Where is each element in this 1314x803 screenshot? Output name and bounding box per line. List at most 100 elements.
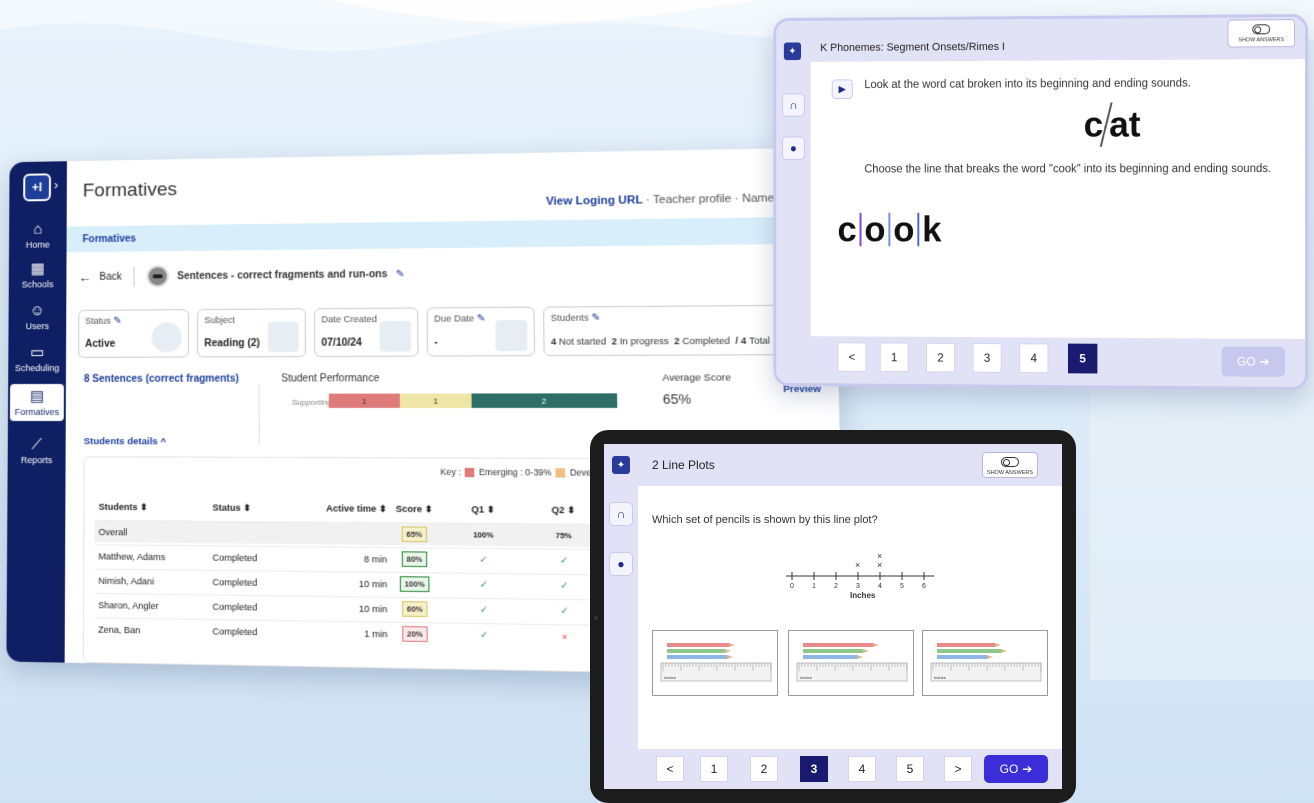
pencil <box>937 649 1001 653</box>
globe-icon[interactable]: ● <box>782 136 805 160</box>
edit-students-icon[interactable]: ✎ <box>591 312 600 323</box>
globe-icon[interactable]: ● <box>609 552 633 576</box>
divider-option-2[interactable] <box>888 213 890 246</box>
answer-choice-3[interactable]: Inches <box>922 630 1048 696</box>
developing-swatch <box>556 468 566 477</box>
status-card: Status ✎ Active <box>78 309 189 358</box>
students-details-toggle[interactable]: Students details ^ <box>84 436 166 447</box>
due-date-label: Due Date <box>434 313 474 324</box>
edit-pencil-icon[interactable]: ✎ <box>396 268 405 279</box>
back-arrow-icon[interactable]: ← <box>78 269 91 284</box>
pagination-bar: < 1 2 3 4 5 GO ➔ <box>776 336 1305 387</box>
q1-result: 100% <box>462 530 505 540</box>
letter-c: c <box>837 209 856 250</box>
sidebar-item-users[interactable]: ☺ Users <box>9 302 67 331</box>
sparkle-icon[interactable]: ✦ <box>612 456 630 474</box>
line-plot-axis-label: Inches <box>850 591 876 600</box>
students-label: Students <box>551 312 589 323</box>
page-1[interactable]: 1 <box>880 342 909 372</box>
score-value: 65% <box>402 526 426 542</box>
breadcrumb[interactable]: Formatives <box>67 216 836 252</box>
show-answers-toggle[interactable]: SHOW ANSWERS <box>982 452 1038 478</box>
sort-active-time[interactable]: Active time ⬍ <box>322 503 387 515</box>
sidebar-item-label: Home <box>26 240 50 250</box>
emerging-swatch <box>465 467 475 476</box>
sidebar-item-label: Reports <box>21 455 53 465</box>
divider-option-3[interactable] <box>917 213 919 246</box>
active-time: 8 min <box>322 553 387 564</box>
headphones-icon[interactable]: ∩ <box>782 93 805 117</box>
prev-page-button[interactable]: < <box>656 756 684 782</box>
sidebar-item-schools[interactable]: ▦ Schools <box>9 260 67 289</box>
page-2[interactable]: 2 <box>926 343 955 373</box>
sort-students[interactable]: Students ⬍ <box>99 501 148 512</box>
sidebar-item-home[interactable]: ⌂ Home <box>9 221 67 250</box>
expand-sidebar-icon[interactable]: › <box>54 177 58 192</box>
active-time: 1 min <box>322 627 387 638</box>
go-button[interactable]: GO ➔ <box>984 755 1048 783</box>
student-status: Completed <box>212 577 257 588</box>
rime-at: at <box>1109 104 1140 146</box>
pencil <box>803 655 857 659</box>
sort-q2[interactable]: Q2 ⬍ <box>542 504 585 516</box>
average-score-value: 65% <box>663 391 692 407</box>
sidebar-item-reports[interactable]: ⟋ Reports <box>8 436 66 465</box>
edit-due-date-icon[interactable]: ✎ <box>477 313 486 324</box>
go-button[interactable]: GO ➔ <box>1222 346 1286 376</box>
q2-result: ✓ <box>543 605 586 617</box>
page-title: Formatives <box>83 179 177 202</box>
page-1[interactable]: 1 <box>700 756 728 782</box>
score-badge: 65% <box>393 526 435 542</box>
play-audio-button[interactable]: ▶ <box>832 79 853 99</box>
assessment-header: ← Back Sentences - correct fragments and… <box>78 263 404 288</box>
subject-value: Reading (2) <box>204 338 260 349</box>
show-answers-toggle[interactable]: SHOW ANSWERS <box>1227 19 1295 47</box>
question-title: 2 Line Plots <box>652 458 715 472</box>
due-date-value: - <box>434 337 438 348</box>
sort-score[interactable]: Score ⬍ <box>393 503 435 515</box>
sort-status[interactable]: Status ⬍ <box>212 502 251 513</box>
sort-q1[interactable]: Q1 ⬍ <box>462 504 505 516</box>
teacher-profile-link[interactable]: Teacher profile <box>653 193 732 207</box>
page-5[interactable]: 5 <box>1068 344 1097 374</box>
question-text: Which set of pencils is shown by this li… <box>652 514 878 526</box>
next-page-button[interactable]: > <box>944 756 972 782</box>
letter-o: o <box>864 209 885 250</box>
student-status: Completed <box>212 626 257 637</box>
page-3[interactable]: 3 <box>973 343 1002 373</box>
pencils-ruler-image: Inches <box>795 639 909 687</box>
answer-choice-1[interactable]: Inches <box>652 630 778 696</box>
home-icon: ⌂ <box>9 221 67 239</box>
arrow-right-icon: ➔ <box>1260 355 1270 369</box>
view-logging-url-link[interactable]: View Loging URL <box>546 194 643 208</box>
headphones-icon[interactable]: ∩ <box>609 502 633 526</box>
prev-page-button[interactable]: < <box>837 342 866 372</box>
back-button[interactable]: Back <box>99 271 121 282</box>
page-4[interactable]: 4 <box>1019 343 1048 373</box>
sparkle-icon[interactable]: ✦ <box>784 42 801 60</box>
sidebar-item-formatives[interactable]: ▤ Formatives <box>10 384 64 421</box>
answer-choice-2[interactable]: Inches <box>788 630 914 696</box>
edit-status-icon[interactable]: ✎ <box>113 316 121 327</box>
student-name: Matthew, Adams <box>98 551 165 562</box>
sidebar-item-label: Formatives <box>15 407 59 417</box>
pencil <box>667 649 725 653</box>
page-2[interactable]: 2 <box>750 756 778 782</box>
q2-result: 75% <box>542 531 585 541</box>
q1-result: ✓ <box>462 554 505 566</box>
q1-result: ✓ <box>463 604 506 616</box>
pencil <box>803 649 863 653</box>
instruction-2: Choose the line that breaks the word "co… <box>864 163 1271 175</box>
page-5[interactable]: 5 <box>896 756 924 782</box>
sidebar-item-scheduling[interactable]: ▭ Scheduling <box>8 344 66 373</box>
page-3[interactable]: 3 <box>800 756 828 782</box>
page-4[interactable]: 4 <box>848 756 876 782</box>
status-value: Active <box>85 339 115 350</box>
assessment-name: Sentences - correct fragments and run-on… <box>177 269 387 282</box>
line-plots-question-screen: ✦ ∩ ● 2 Line Plots SHOW ANSWERS Which se… <box>604 444 1062 789</box>
go-label: GO <box>1237 355 1256 369</box>
score-value: 60% <box>403 601 427 617</box>
tablet-camera <box>594 616 598 620</box>
divider-option-1[interactable] <box>860 213 862 246</box>
app-logo[interactable]: +I <box>23 173 51 201</box>
